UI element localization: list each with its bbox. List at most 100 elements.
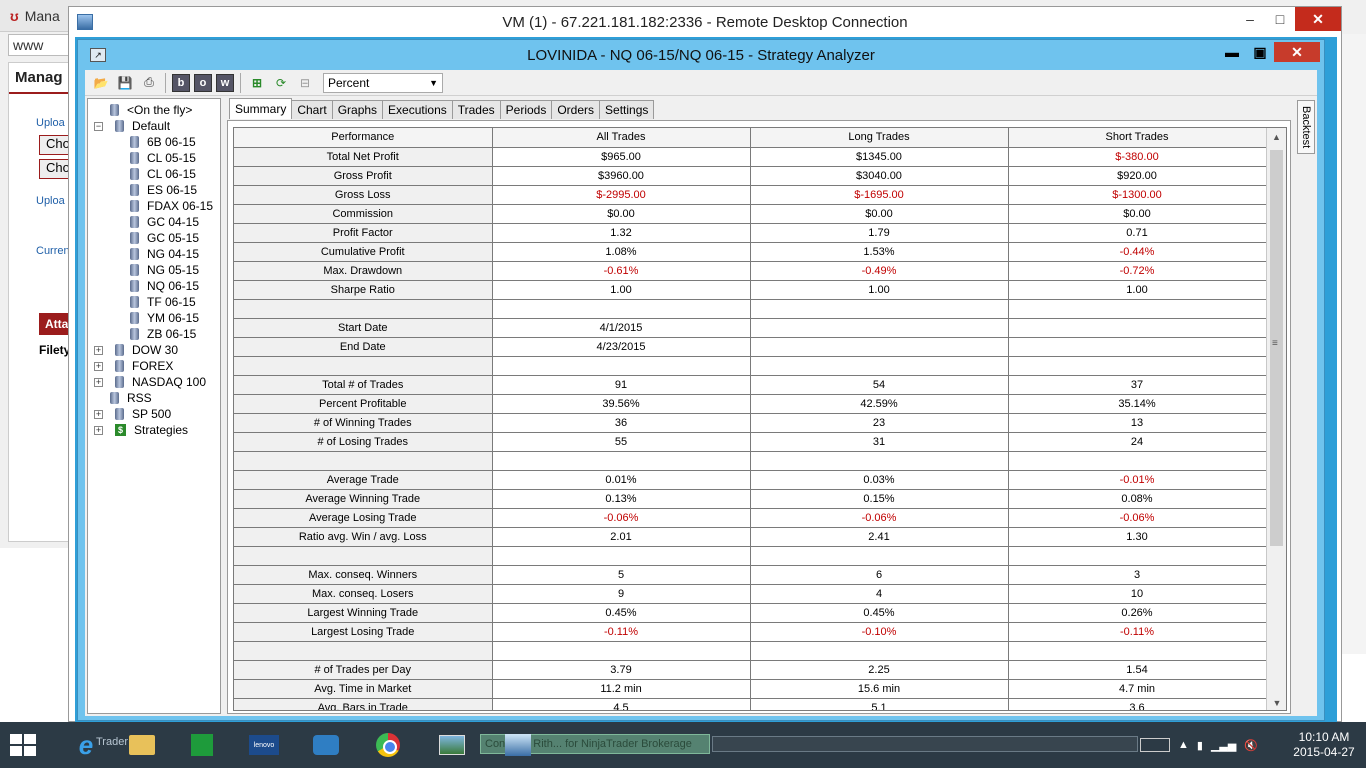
database-icon (130, 296, 139, 308)
tree-item[interactable]: FDAX 06-15 (130, 198, 213, 214)
start-button[interactable] (6, 730, 40, 760)
tree-item-label: ES 06-15 (147, 183, 198, 197)
database-icon (115, 120, 124, 132)
remove-icon[interactable]: ⊟ (295, 73, 315, 93)
tab-settings[interactable]: Settings (599, 100, 655, 119)
battery-icon[interactable]: ▮ (1197, 739, 1203, 752)
taskbar-explorer[interactable] (116, 726, 168, 764)
taskbar-chrome[interactable] (362, 726, 414, 764)
expand-icon[interactable]: + (94, 345, 103, 355)
expand-icon[interactable]: + (94, 425, 103, 435)
database-icon (110, 392, 119, 404)
app-close-button[interactable]: ✕ (1274, 42, 1320, 62)
rdp-minimize-button[interactable]: – (1235, 7, 1265, 31)
backtest-side-tab[interactable]: Backtest (1297, 100, 1315, 154)
tree-item[interactable]: CL 06-15 (130, 166, 196, 182)
tab-summary[interactable]: Summary (229, 98, 293, 119)
column-header[interactable]: Performance (234, 128, 493, 148)
grid-vertical-scrollbar[interactable]: ▲ ≡ ▼ (1266, 128, 1286, 710)
rdp-maximize-button[interactable]: □ (1265, 7, 1295, 31)
collapse-icon[interactable]: − (94, 121, 103, 131)
expand-icon[interactable]: + (94, 409, 103, 419)
tree-item[interactable]: 6B 06-15 (130, 134, 196, 150)
database-icon (130, 312, 139, 324)
tree-item[interactable]: + FOREX (94, 358, 173, 374)
metric-value: $3040.00 (750, 166, 1009, 186)
analyzer-tabs: Summary Chart Graphs Executions Trades Period… (229, 98, 655, 120)
tree-item[interactable]: <On the fly> (110, 102, 192, 118)
scroll-down-icon[interactable]: ▼ (1267, 694, 1286, 710)
column-header[interactable]: Short Trades (1008, 128, 1267, 148)
b-button[interactable]: b (172, 73, 190, 92)
taskbar: e Trader lenovo Con... d - Rith... for N… (0, 722, 1366, 768)
strategy-analyzer-title: LOVINIDA - NQ 06-15/NQ 06-15 - Strategy … (527, 46, 875, 64)
strategy-analyzer-title-bar[interactable]: ↗ LOVINIDA - NQ 06-15/NQ 06-15 - Strateg… (78, 40, 1324, 70)
scroll-up-icon[interactable]: ▲ (1267, 128, 1286, 146)
metric-value: 3 (1008, 565, 1267, 585)
save-icon[interactable]: 💾 (115, 73, 135, 93)
browser-right-strip (1342, 34, 1366, 654)
taskbar-photos[interactable] (426, 726, 478, 764)
refresh-icon[interactable]: ⟳ (271, 73, 291, 93)
tree-item[interactable]: CL 05-15 (130, 150, 196, 166)
column-header[interactable]: Long Trades (750, 128, 1009, 148)
tab-trades[interactable]: Trades (451, 100, 501, 119)
strategy-analyzer-window: ↗ LOVINIDA - NQ 06-15/NQ 06-15 - Strateg… (77, 39, 1325, 721)
volume-muted-icon[interactable]: 🔇 (1244, 739, 1258, 752)
tree-item[interactable]: ZB 06-15 (130, 326, 196, 342)
display-unit-select[interactable]: Percent ▼ (323, 72, 443, 93)
tree-item[interactable]: + DOW 30 (94, 342, 178, 358)
tab-orders[interactable]: Orders (551, 100, 601, 119)
rdp-title-bar[interactable]: VM (1) - 67.221.181.182:2336 - Remote De… (69, 7, 1341, 37)
keyboard-icon[interactable] (1140, 738, 1170, 752)
print-icon[interactable]: ⎙ (139, 73, 159, 93)
tree-item[interactable]: TF 06-15 (130, 294, 196, 310)
tree-item-label: GC 04-15 (147, 215, 200, 229)
open-folder-icon[interactable]: 📂 (91, 73, 111, 93)
metric-value: 0.15% (750, 489, 1009, 509)
network-icon[interactable]: ▁▃▅ (1211, 739, 1236, 752)
tab-chart[interactable]: Chart (291, 100, 333, 119)
tab-graphs[interactable]: Graphs (331, 100, 384, 119)
taskbar-rdp[interactable] (492, 726, 544, 764)
tab-executions[interactable]: Executions (382, 100, 453, 119)
tab-periods[interactable]: Periods (499, 100, 553, 119)
display-unit-value: Percent (328, 75, 370, 90)
taskbar-clock[interactable]: 10:10 AM 2015-04-27 (1284, 730, 1364, 760)
app-maximize-button[interactable]: ▣ (1246, 42, 1274, 62)
metric-value: 5.1 (750, 698, 1009, 710)
tree-item[interactable]: + NASDAQ 100 (94, 374, 206, 390)
tree-item[interactable]: YM 06-15 (130, 310, 199, 326)
metric-value (750, 641, 1009, 661)
tree-item[interactable]: + $ Strategies (94, 422, 188, 438)
rdp-close-button[interactable]: ✕ (1295, 7, 1341, 31)
metric-value: 0.03% (750, 470, 1009, 490)
w-button[interactable]: w (216, 73, 234, 92)
taskbar-intel[interactable] (300, 726, 352, 764)
chevron-up-icon[interactable]: ▲ (1178, 739, 1189, 751)
tree-item[interactable]: + SP 500 (94, 406, 171, 422)
metric-value: -0.11% (492, 622, 751, 642)
remote-desktop-surface: ↗ LOVINIDA - NQ 06-15/NQ 06-15 - Strateg… (75, 37, 1337, 723)
tree-item[interactable]: RSS (110, 390, 152, 406)
taskbar-lenovo[interactable]: lenovo (238, 726, 290, 764)
tree-item[interactable]: NG 04-15 (130, 246, 199, 262)
tree-item[interactable]: GC 05-15 (130, 230, 199, 246)
metric-label: Total # of Trades (234, 375, 493, 395)
o-button[interactable]: o (194, 73, 212, 92)
tree-item[interactable]: NG 05-15 (130, 262, 199, 278)
remote-desktop-icon (505, 734, 531, 756)
expand-icon[interactable]: + (94, 377, 103, 387)
tree-item[interactable]: NQ 06-15 (130, 278, 199, 294)
expand-icon[interactable]: + (94, 361, 103, 371)
tree-item[interactable]: GC 04-15 (130, 214, 199, 230)
column-header[interactable]: All Trades (492, 128, 751, 148)
tree-item[interactable]: − Default (94, 118, 170, 134)
taskbar-store[interactable] (176, 726, 228, 764)
tree-item[interactable]: ES 06-15 (130, 182, 197, 198)
add-icon[interactable]: ⊞ (247, 73, 267, 93)
app-minimize-button[interactable]: ▬ (1218, 42, 1246, 62)
metric-value: 0.08% (1008, 489, 1267, 509)
metric-label: Commission (234, 204, 493, 224)
upload-label-2: Uploa (36, 195, 65, 207)
